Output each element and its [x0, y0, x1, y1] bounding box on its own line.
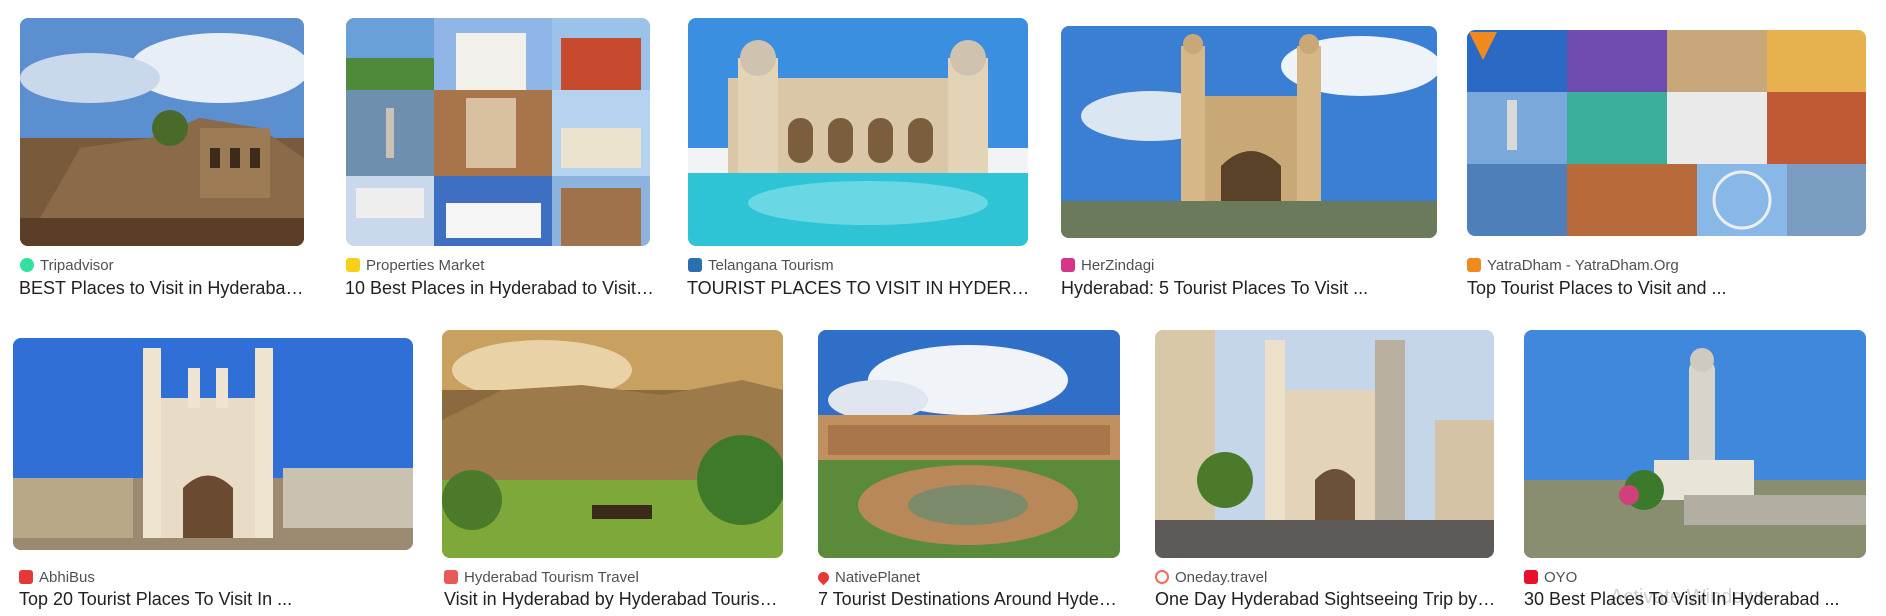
oneday-travel-icon: [1155, 570, 1169, 584]
result-title[interactable]: 10 Best Places in Hyderabad to Visit - P…: [345, 277, 655, 299]
hyderabad-tourism-travel-icon: [444, 570, 458, 584]
source-label: Properties Market: [366, 256, 485, 274]
source-label: Tripadvisor: [40, 256, 114, 274]
result-source[interactable]: Oneday.travel: [1155, 568, 1267, 586]
result-source[interactable]: AbhiBus: [19, 568, 95, 586]
result-thumbnail[interactable]: [346, 18, 650, 246]
oyo-icon: [1524, 570, 1538, 584]
result-thumbnail[interactable]: [1061, 26, 1437, 238]
result-thumbnail[interactable]: [818, 330, 1120, 558]
source-label: AbhiBus: [39, 568, 95, 586]
result-source[interactable]: Tripadvisor: [20, 256, 114, 274]
result-title[interactable]: 7 Tourist Destinations Around Hyderabad: [818, 588, 1122, 610]
source-label: YatraDham - YatraDham.Org: [1487, 256, 1679, 274]
herzindagi-icon: [1061, 258, 1075, 272]
result-source[interactable]: HerZindagi: [1061, 256, 1154, 274]
result-source[interactable]: Telangana Tourism: [688, 256, 834, 274]
source-label: Hyderabad Tourism Travel: [464, 568, 639, 586]
yatradham-icon: [1467, 258, 1481, 272]
result-title[interactable]: One Day Hyderabad Sightseeing Trip by On…: [1155, 588, 1497, 610]
result-title[interactable]: BEST Places to Visit in Hyderabad (UPDAT…: [19, 277, 311, 299]
location-pin-icon: [815, 569, 832, 585]
source-label: HerZindagi: [1081, 256, 1155, 274]
result-source[interactable]: YatraDham - YatraDham.Org: [1467, 256, 1679, 274]
result-source[interactable]: NativePlanet: [815, 568, 921, 586]
result-title[interactable]: Top Tourist Places to Visit and ...: [1467, 277, 1872, 299]
result-title[interactable]: Visit in Hyderabad by Hyderabad Tourism …: [444, 588, 784, 610]
result-source[interactable]: Properties Market: [346, 256, 484, 274]
source-label: OYO: [1544, 568, 1578, 586]
abhibus-icon: [19, 570, 33, 584]
result-title[interactable]: Hyderabad: 5 Tourist Places To Visit ...: [1061, 277, 1441, 299]
source-label: NativePlanet: [835, 568, 921, 586]
result-title[interactable]: Top 20 Tourist Places To Visit In ...: [19, 588, 414, 610]
result-thumbnail[interactable]: [688, 18, 1028, 246]
properties-market-icon: [346, 258, 360, 272]
telangana-tourism-icon: [688, 258, 702, 272]
result-thumbnail[interactable]: [1467, 30, 1866, 236]
result-title[interactable]: TOURIST PLACES TO VISIT IN HYDERABAD: [687, 277, 1032, 299]
source-label: Oneday.travel: [1175, 568, 1268, 586]
result-thumbnail[interactable]: [442, 330, 783, 558]
tripadvisor-icon: [20, 258, 34, 272]
result-thumbnail[interactable]: [1155, 330, 1494, 558]
result-thumbnail[interactable]: [13, 338, 413, 550]
result-thumbnail[interactable]: [20, 18, 304, 246]
result-source[interactable]: OYO: [1524, 568, 1577, 586]
windows-activation-watermark: Activate Windows: [1610, 586, 1768, 608]
result-thumbnail[interactable]: [1524, 330, 1866, 558]
result-source[interactable]: Hyderabad Tourism Travel: [444, 568, 639, 586]
source-label: Telangana Tourism: [708, 256, 834, 274]
